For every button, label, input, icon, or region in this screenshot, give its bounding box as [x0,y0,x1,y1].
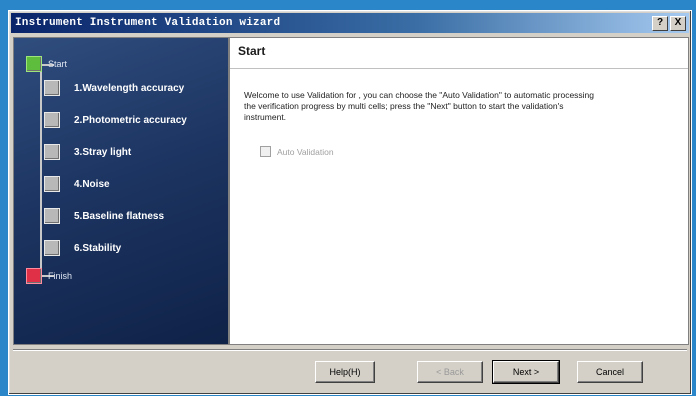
welcome-text: Welcome to use Validation for , you can … [244,90,595,122]
step-marker-icon [44,240,60,256]
step-start: Start [26,54,67,74]
window-title: Instrument Instrument Validation wizard [15,17,281,29]
auto-validation-label: Auto Validation [277,146,334,157]
steps-panel: Start 1.Wavelength accuracy 2.Photometri… [13,37,229,345]
step-label: 5.Baseline flatness [74,210,165,222]
wizard-window: Instrument Instrument Validation wizard … [8,10,692,395]
step-marker-icon [44,112,60,128]
step-marker-icon [44,80,60,96]
step-6: 6.Stability [44,238,121,258]
page-title: Start [238,44,266,58]
step-label: 6.Stability [74,242,122,254]
step-label: Finish [48,271,73,281]
step-1: 1.Wavelength accuracy [44,78,184,98]
step-label: 4.Noise [74,178,110,190]
close-title-button[interactable]: X [670,15,686,31]
start-marker-icon [26,56,42,72]
step-label: 3.Stray light [74,146,132,158]
content-panel: Start Welcome to use Validation for , yo… [229,37,689,345]
step-marker-icon [44,176,60,192]
content-header: Start [230,38,688,69]
help-button[interactable]: Help(H) [315,361,375,383]
cancel-button[interactable]: Cancel [577,361,643,383]
step-marker-icon [44,144,60,160]
step-4: 4.Noise [44,174,110,194]
step-3: 3.Stray light [44,142,131,162]
step-2: 2.Photometric accuracy [44,110,187,130]
step-label: 2.Photometric accuracy [74,114,187,126]
back-button[interactable]: < Back [417,361,483,383]
title-bar[interactable]: Instrument Instrument Validation wizard … [11,13,689,33]
help-title-button[interactable]: ? [652,15,668,31]
finish-marker-icon [26,268,42,284]
step-label: Start [48,59,68,69]
button-divider [13,349,687,351]
step-marker-icon [44,208,60,224]
step-finish: Finish [26,266,72,286]
step-label: 1.Wavelength accuracy [74,82,185,94]
next-button[interactable]: Next > [492,360,560,384]
title-buttons: ? X [652,15,689,31]
auto-validation-option: Auto Validation [260,146,334,157]
auto-validation-checkbox[interactable] [260,146,271,157]
step-5: 5.Baseline flatness [44,206,164,226]
